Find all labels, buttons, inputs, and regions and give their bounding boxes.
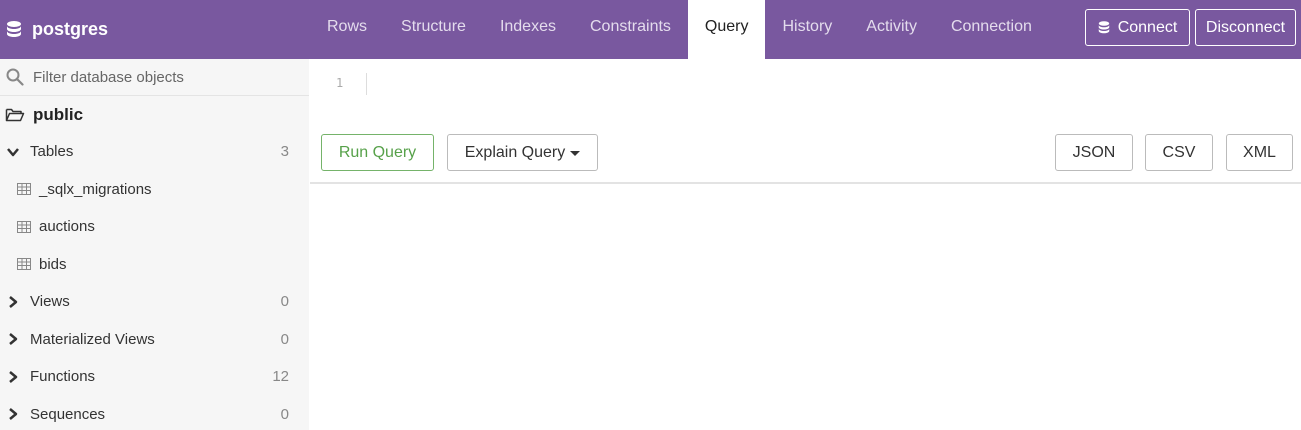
- sidebar-group-views[interactable]: Views 0: [0, 283, 309, 321]
- chevron-right-icon: [9, 333, 18, 346]
- results-divider: [310, 182, 1301, 184]
- tab-bar: Rows Structure Indexes Constraints Query…: [310, 0, 1049, 59]
- table-label: _sqlx_migrations: [39, 180, 152, 198]
- chevron-down-icon: [7, 147, 19, 156]
- tab-query[interactable]: Query: [687, 0, 766, 59]
- chevron-right-icon: [9, 295, 18, 308]
- table-icon: [17, 220, 31, 233]
- group-label: Sequences: [30, 405, 106, 423]
- export-json-button[interactable]: JSON: [1055, 134, 1133, 171]
- table-item-auctions[interactable]: auctions: [0, 208, 309, 246]
- filter-bar: [0, 59, 309, 96]
- folder-open-icon: [5, 108, 25, 121]
- explain-query-label: Explain Query: [464, 143, 566, 161]
- tab-connection[interactable]: Connection: [934, 0, 1049, 59]
- group-label: Tables: [30, 143, 74, 161]
- sidebar-group-sequences[interactable]: Sequences 0: [0, 396, 309, 430]
- caret-down-icon: [570, 151, 581, 156]
- table-item-bids[interactable]: bids: [0, 246, 309, 284]
- schema-item-public[interactable]: public: [0, 96, 309, 133]
- table-icon: [17, 258, 31, 271]
- tab-constraints[interactable]: Constraints: [573, 0, 688, 59]
- chevron-right-icon: [9, 370, 18, 383]
- group-count: 3: [280, 143, 289, 161]
- tab-history[interactable]: History: [765, 0, 849, 59]
- group-label: Materialized Views: [30, 330, 155, 348]
- tab-indexes[interactable]: Indexes: [483, 0, 573, 59]
- group-count: 0: [280, 293, 289, 311]
- table-label: auctions: [39, 218, 95, 236]
- export-xml-button[interactable]: XML: [1226, 134, 1293, 171]
- group-count: 0: [280, 330, 289, 348]
- app-title: postgres: [32, 19, 109, 39]
- group-label: Functions: [30, 368, 96, 386]
- group-label: Views: [30, 293, 70, 311]
- connect-button[interactable]: Connect: [1085, 9, 1190, 46]
- group-count: 0: [280, 405, 289, 423]
- tab-rows[interactable]: Rows: [310, 0, 384, 59]
- sidebar-group-materialized-views[interactable]: Materialized Views 0: [0, 321, 309, 359]
- chevron-right-icon: [9, 408, 18, 421]
- filter-input[interactable]: [33, 68, 293, 86]
- query-editor[interactable]: 1: [310, 59, 1301, 119]
- table-icon: [17, 183, 31, 196]
- sidebar: public Tables 3 _sqlx_migrations auction…: [0, 59, 309, 430]
- sidebar-group-tables[interactable]: Tables 3: [0, 133, 309, 171]
- run-query-button[interactable]: Run Query: [321, 134, 434, 171]
- editor-cursor: [366, 73, 367, 95]
- database-icon: [1098, 20, 1109, 33]
- table-item-sqlx-migrations[interactable]: _sqlx_migrations: [0, 171, 309, 209]
- group-count: 12: [272, 368, 289, 386]
- tab-activity[interactable]: Activity: [849, 0, 934, 59]
- table-label: bids: [39, 255, 67, 273]
- app-brand: postgres: [0, 0, 310, 59]
- search-icon: [6, 68, 24, 86]
- sidebar-group-functions[interactable]: Functions 12: [0, 358, 309, 396]
- line-number: 1: [336, 76, 344, 90]
- schema-label: public: [33, 104, 84, 124]
- connect-button-label: Connect: [1117, 18, 1178, 36]
- tab-structure[interactable]: Structure: [384, 0, 483, 59]
- export-csv-button[interactable]: CSV: [1145, 134, 1213, 171]
- explain-query-button[interactable]: Explain Query: [447, 134, 598, 171]
- top-nav-bar: postgres Rows Structure Indexes Constrai…: [0, 0, 1301, 59]
- database-icon: [7, 20, 21, 37]
- disconnect-button[interactable]: Disconnect: [1195, 9, 1296, 46]
